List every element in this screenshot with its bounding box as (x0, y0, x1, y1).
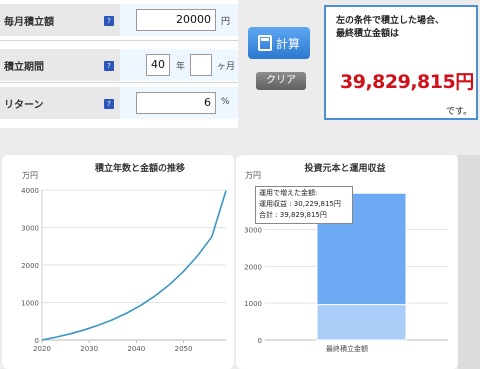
bar-category-label: 最終積立金額 (326, 344, 368, 353)
x-tick-label: 2040 (127, 345, 145, 353)
bar-chart-title: 投資元本と運用収益 (304, 162, 385, 174)
line-chart-grid (41, 189, 226, 341)
y-tick-label: 4000 (21, 187, 39, 195)
x-tick-label: 2030 (80, 345, 98, 353)
tooltip-line1: 運用収益 : 30,229,815円 (259, 200, 341, 208)
y-tick-label: 3000 (244, 226, 262, 234)
y-tick-label: 1000 (244, 300, 262, 308)
y-tick-label: 1000 (21, 300, 39, 308)
bar-segment-0 (316, 304, 407, 341)
line-chart-ylabel: 万円 (22, 171, 38, 180)
x-tick-label: 2050 (175, 345, 193, 353)
line-chart-x-ticks: 2020 2030 2040 2050 (33, 340, 192, 353)
bar-chart-y-ticks: 0 1000 2000 3000 (244, 226, 262, 345)
y-tick-label: 0 (258, 337, 262, 345)
bar-chart-ylabel: 万円 (245, 171, 261, 180)
y-tick-label: 2000 (244, 263, 262, 271)
x-tick-label: 2020 (33, 345, 51, 353)
line-chart-y-ticks: 0 1000 2000 3000 4000 (21, 187, 39, 345)
line-chart-title: 積立年数と金額の推移 (94, 162, 185, 174)
y-tick-label: 2000 (21, 262, 39, 270)
y-tick-label: 0 (35, 337, 39, 345)
y-tick-label: 3000 (21, 225, 39, 233)
tooltip-title: 運用で増えた金額: (259, 189, 318, 197)
bar-tooltip: 運用で増えた金額: 運用収益 : 30,229,815円 合計 : 39,829… (255, 186, 353, 224)
tooltip-line2: 合計 : 39,829,815円 (259, 211, 327, 219)
charts-svg: 積立年数と金額の推移 万円 0 1000 2000 3000 4000 2020 2030… (21, 162, 448, 353)
